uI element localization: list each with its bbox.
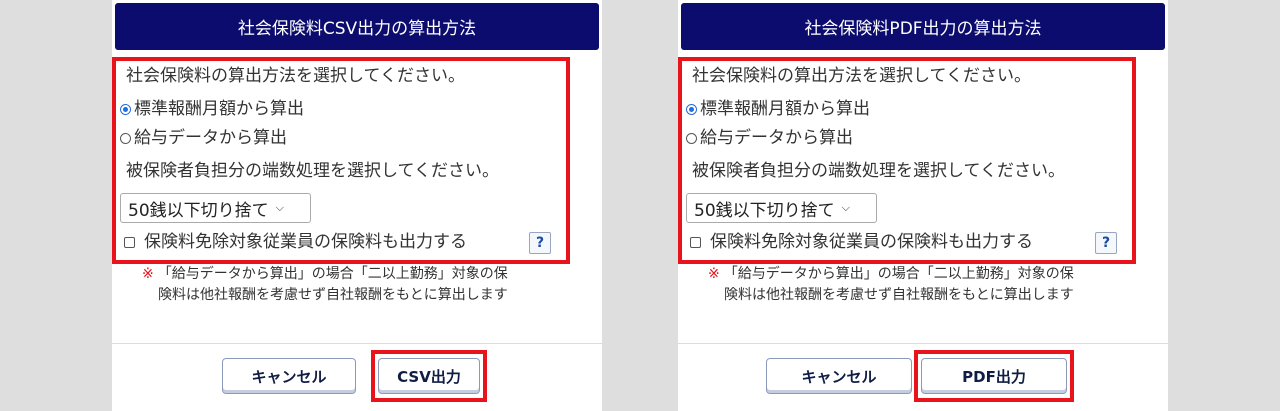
note-line-1: 「給与データから算出」の場合「二以上勤務」対象の保 [723,266,1074,282]
note-line-1: 「給与データから算出」の場合「二以上勤務」対象の保 [157,266,508,282]
cancel-button[interactable]: キャンセル [766,358,912,394]
footer-divider [678,343,1168,344]
radio-checked-icon[interactable] [686,104,697,115]
help-icon[interactable]: ? [1095,232,1117,254]
rounding-select[interactable]: 50銭以下切り捨て ⌵ [686,193,877,223]
dialog-title: 社会保険料PDF出力の算出方法 [681,3,1165,50]
rounding-prompt: 被保険者負担分の端数処理を選択してください。 [692,161,1065,181]
radio-payroll-data[interactable]: 給与データから算出 [120,130,287,147]
note-mark: ※ [142,266,154,282]
note-text: ※ 「給与データから算出」の場合「二以上勤務」対象の保 険料は他社報酬を考慮せず自… [708,264,1148,306]
note-mark: ※ [708,266,720,282]
chevron-down-icon: ⌵ [841,201,850,214]
chevron-down-icon: ⌵ [275,201,284,214]
radio-checked-icon[interactable] [120,104,131,115]
pdf-export-button[interactable]: PDF出力 [921,358,1067,394]
note-line-2: 険料は他社報酬を考慮せず自社報酬をもとに算出します [158,287,508,303]
rounding-select-value: 50銭以下切り捨て [128,200,269,221]
cancel-button[interactable]: キャンセル [222,358,356,394]
radio-standard-monthly[interactable]: 標準報酬月額から算出 [686,101,870,118]
radio-unchecked-icon[interactable] [686,133,697,144]
footer-divider [112,343,602,344]
radio-standard-monthly[interactable]: 標準報酬月額から算出 [120,101,304,118]
method-prompt: 社会保険料の算出方法を選択してください。 [126,66,465,86]
help-icon[interactable]: ? [529,232,551,254]
pdf-export-dialog: 社会保険料PDF出力の算出方法 社会保険料の算出方法を選択してください。 標準報… [678,0,1168,411]
radio-label: 標準報酬月額から算出 [700,99,870,119]
radio-label: 給与データから算出 [700,128,853,148]
note-text: ※ 「給与データから算出」の場合「二以上勤務」対象の保 険料は他社報酬を考慮せず自… [142,264,582,306]
checkbox[interactable] [690,237,701,248]
method-prompt: 社会保険料の算出方法を選択してください。 [692,66,1031,86]
exempt-checkbox-row[interactable]: 保険料免除対象従業員の保険料も出力する [124,234,467,251]
checkbox-label: 保険料免除対象従業員の保険料も出力する [144,232,467,252]
dialog-title: 社会保険料CSV出力の算出方法 [115,3,599,50]
rounding-prompt: 被保険者負担分の端数処理を選択してください。 [126,161,499,181]
radio-payroll-data[interactable]: 給与データから算出 [686,130,853,147]
checkbox-label: 保険料免除対象従業員の保険料も出力する [710,232,1033,252]
note-line-2: 険料は他社報酬を考慮せず自社報酬をもとに算出します [724,287,1074,303]
checkbox[interactable] [124,237,135,248]
exempt-checkbox-row[interactable]: 保険料免除対象従業員の保険料も出力する [690,234,1033,251]
csv-export-button[interactable]: CSV出力 [378,358,480,394]
rounding-select-value: 50銭以下切り捨て [694,200,835,221]
radio-label: 標準報酬月額から算出 [134,99,304,119]
radio-label: 給与データから算出 [134,128,287,148]
radio-unchecked-icon[interactable] [120,133,131,144]
rounding-select[interactable]: 50銭以下切り捨て ⌵ [120,193,311,223]
csv-export-dialog: 社会保険料CSV出力の算出方法 社会保険料の算出方法を選択してください。 標準報… [112,0,602,411]
